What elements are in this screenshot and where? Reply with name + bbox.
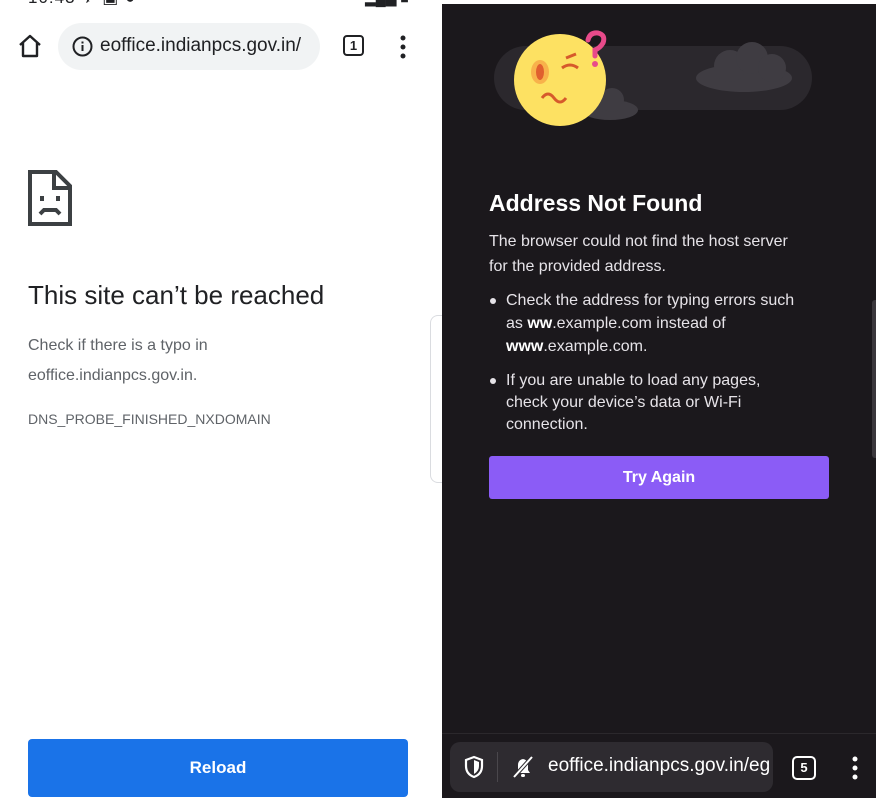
error-description: The browser could not find the host serv… [489,233,788,250]
sad-document-icon [28,170,72,226]
page-title: This site can’t be reached [28,280,325,310]
status-bar-time: 10:43 ✈ ▣ ● [28,0,136,8]
error-description: Check if there is a typo in [28,337,208,354]
bullet-dot [490,378,496,384]
address-bar-divider [497,752,498,782]
address-bar[interactable]: eoffice.indianpcs.gov.in/eg [450,742,773,792]
bullet-dot [490,298,496,304]
page-title: Address Not Found [489,190,703,216]
bottom-toolbar: eoffice.indianpcs.gov.in/eg 5 [442,733,876,798]
bullet-2-line-1: If you are unable to load any pages, [506,372,761,389]
bullet-2-line-3: connection. [506,416,588,433]
dark-browser-error-page: Address Not Found The browser could not … [442,0,876,798]
side-panel-handle[interactable] [872,300,876,458]
tab-switcher-button[interactable]: 1 [343,35,364,56]
shield-icon[interactable] [464,755,484,779]
overflow-menu-icon[interactable] [396,34,410,60]
bullet-2-line-2: check your device’s data or Wi-Fi [506,394,742,411]
overflow-menu-icon[interactable] [850,755,860,781]
address-bar-url[interactable]: eoffice.indianpcs.gov.in/ [100,35,314,57]
bullet-1-line-3: www.example.com. [506,338,648,355]
error-description-host: eoffice.indianpcs.gov.in. [28,367,198,384]
info-icon[interactable] [72,36,93,57]
tab-switcher-button[interactable]: 5 [792,756,816,780]
try-again-button[interactable]: Try Again [489,456,829,499]
bullet-1-line-2: as ww.example.com instead of [506,315,726,332]
home-icon[interactable] [16,32,44,60]
notifications-off-icon[interactable] [510,754,536,780]
background-card-edge [430,315,442,483]
confused-face-illustration [494,30,812,126]
status-bar-signal: ▂▄▆ ■ [365,0,409,7]
reload-button[interactable]: Reload [28,739,408,797]
error-code: DNS_PROBE_FINISHED_NXDOMAIN [28,411,271,427]
address-bar-url[interactable]: eoffice.indianpcs.gov.in/eg [548,755,771,777]
address-bar[interactable]: eoffice.indianpcs.gov.in/ [58,23,320,70]
bullet-1-line-1: Check the address for typing errors such [506,292,795,309]
error-description-cont: for the provided address. [489,258,666,275]
chrome-error-page: 10:43 ✈ ▣ ● ▂▄▆ ■ eoffice.indianpcs.gov.… [0,0,436,798]
top-edge [442,0,876,4]
